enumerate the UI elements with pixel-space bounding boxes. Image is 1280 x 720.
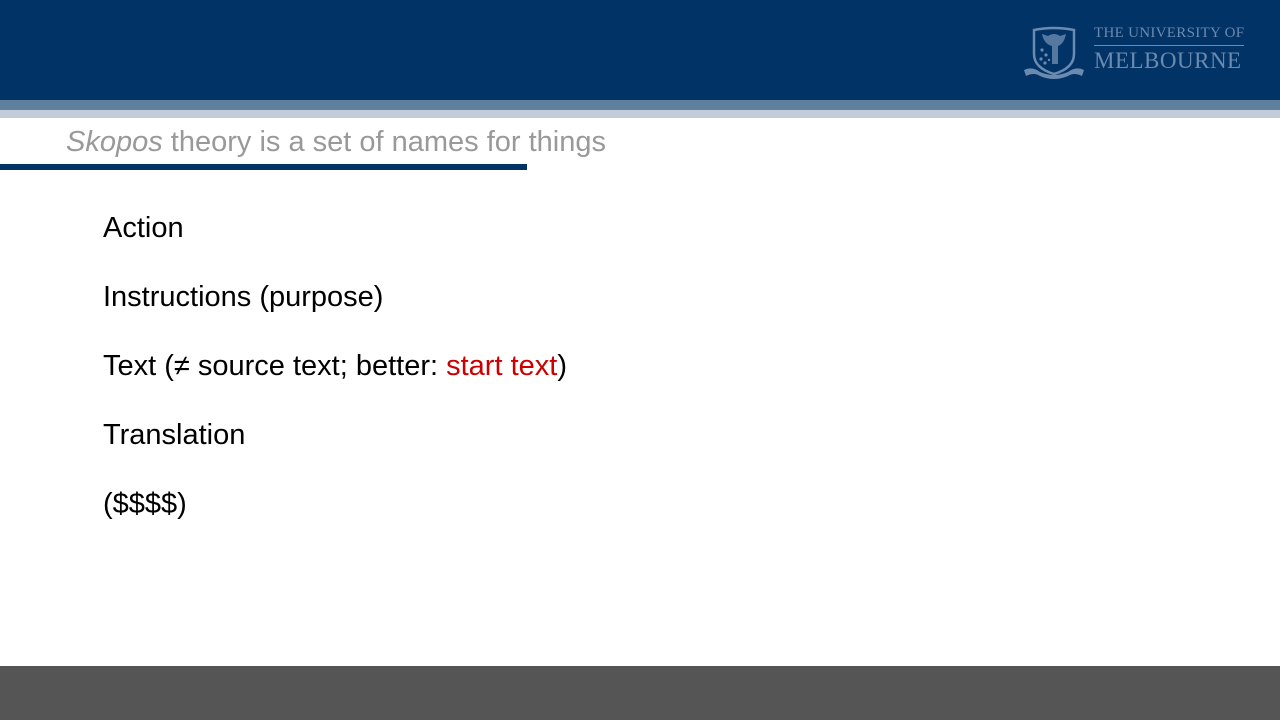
university-crest-icon (1024, 26, 1084, 79)
title-underline (0, 164, 527, 170)
slide-title-rest: theory is a set of names for things (162, 126, 607, 158)
bullet-list: Action Instructions (purpose) Text (≠ so… (103, 208, 567, 553)
bullet-item: Text (≠ source text; better: start text) (103, 346, 567, 386)
logo-wordmark: THE UNIVERSITY OF MELBOURNE (1094, 24, 1246, 73)
header-stripe-light (0, 110, 1280, 118)
bullet-item: Translation (103, 415, 567, 455)
bullet-item: ($$$$) (103, 484, 567, 524)
bullet-item: Action (103, 208, 567, 248)
slide-title: Skopos theory is a set of names for thin… (66, 124, 606, 160)
bullet-text: Action (103, 212, 184, 244)
university-logo: THE UNIVERSITY OF MELBOURNE (1022, 24, 1248, 80)
bullet-item: Instructions (purpose) (103, 277, 567, 317)
logo-line-1: THE UNIVERSITY OF (1094, 25, 1245, 41)
bullet-text-highlight: start text (446, 350, 558, 382)
slide: THE UNIVERSITY OF MELBOURNE Skopos theor… (0, 0, 1280, 720)
logo-divider (1094, 45, 1244, 46)
bullet-text: Instructions (purpose) (103, 281, 384, 313)
logo-line-2: MELBOURNE (1094, 48, 1242, 73)
header-stripe-mid (0, 100, 1280, 110)
slide-title-italic: Skopos (66, 126, 163, 158)
bullet-text-suffix: ) (557, 350, 567, 382)
footer-bar (0, 666, 1280, 720)
bullet-text-prefix: Text (≠ source text; better: (103, 350, 447, 382)
bullet-text: ($$$$) (103, 488, 187, 520)
bullet-text: Translation (103, 419, 246, 451)
